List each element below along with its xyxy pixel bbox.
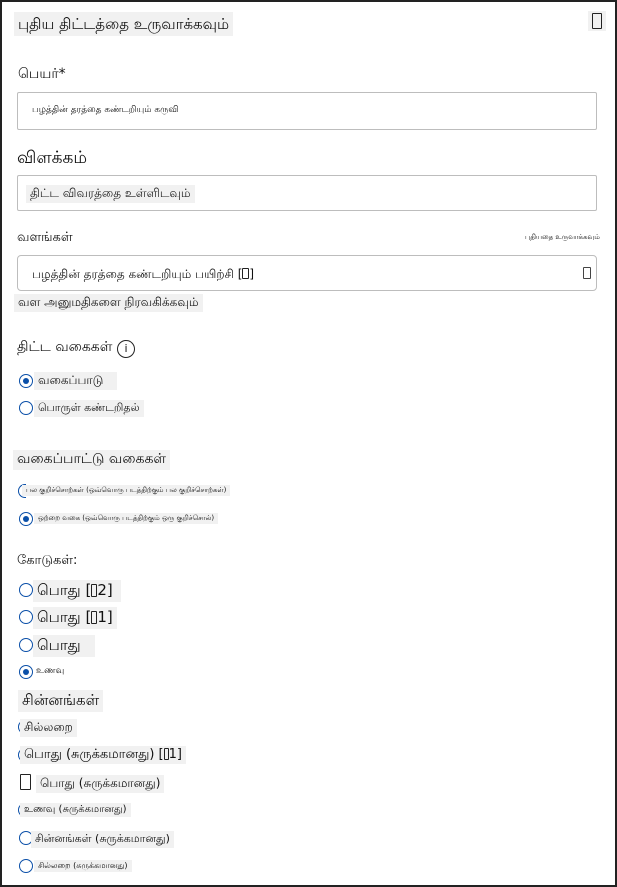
option-object-detection-label: பொருள் கண்டறிதல் <box>34 400 144 417</box>
radio-domain-food[interactable] <box>19 665 33 679</box>
radio-domain-general-1[interactable] <box>19 610 33 624</box>
close-icon[interactable] <box>588 11 606 31</box>
domain-general-1-label: பொது [1] <box>33 607 117 629</box>
option-classification-label: வகைப்பாடு <box>34 372 118 390</box>
dialog-title: புதிய திட்டத்தை உருவாக்கவும் <box>14 12 234 36</box>
domain-landmarks-label: சின்னங்கள் <box>18 690 104 712</box>
resource-selected-value: பழத்தின் தரத்தை கண்டறியும் பயிற்சி [] <box>32 267 255 281</box>
radio-object-detection[interactable] <box>19 401 33 415</box>
checkbox-domain-general-compact[interactable] <box>20 774 31 790</box>
radio-domain-general-2[interactable] <box>19 583 33 597</box>
radio-domain-general[interactable] <box>19 638 33 652</box>
domain-food-label: உணவு <box>36 666 65 676</box>
option-multilabel-label: பல குறிச்சொற்கள் (ஒவ்வொரு படத்திற்கும் ப… <box>22 485 231 496</box>
domain-retail-label: சில்லறை <box>20 719 77 737</box>
name-field[interactable]: பழத்தின் தரத்தை கண்டறியும் கருவி <box>17 92 597 130</box>
domain-general-compact-1-label: பொது (சுருக்கமானது) [1] <box>20 746 186 764</box>
domain-food-compact-label: உணவு (சுருக்கமானது) <box>20 803 131 817</box>
chevron-down-icon <box>583 267 591 279</box>
radio-domain-retail-compact[interactable] <box>19 859 33 873</box>
classification-types-label: வகைப்பாட்டு வகைகள் <box>13 450 171 470</box>
manage-permissions-link[interactable]: வள அனுமதிகளை நிரவகிக்கவும் <box>14 294 203 312</box>
name-label: பெயர்* <box>18 66 66 82</box>
create-new-resource-link[interactable]: புதியதை உருவாக்கவும் <box>525 233 600 242</box>
project-types-label: திட்ட வகைகள் <box>17 339 113 355</box>
resources-label: வளங்கள் <box>17 230 73 245</box>
domain-general-label: பொது <box>33 635 95 657</box>
description-placeholder: திட்ட விவரத்தை உள்ளிடவும் <box>26 185 195 203</box>
domain-general-2-label: பொது [2] <box>33 580 121 602</box>
info-icon[interactable]: i <box>117 340 135 358</box>
domain-landmarks-compact-label: சின்னங்கள் (சுருக்கமானது) <box>31 831 174 848</box>
description-label: விளக்கம் <box>17 148 88 168</box>
domains-label: கோடுகள்: <box>17 553 78 568</box>
domain-retail-compact-label: சில்லறை (சுருக்கமானது) <box>34 860 132 872</box>
radio-classification[interactable] <box>19 374 33 388</box>
domain-general-compact-label: பொது (சுருக்கமானது) <box>36 775 165 793</box>
option-multiclass-label: ஒற்றை வகை (ஒவ்வொரு படத்திற்கும் ஒரு குறி… <box>34 513 219 524</box>
description-field[interactable]: திட்ட விவரத்தை உள்ளிடவும் <box>17 175 597 211</box>
name-value: பழத்தின் தரத்தை கண்டறியும் கருவி <box>32 105 179 115</box>
radio-multiclass[interactable] <box>19 512 33 526</box>
resource-select[interactable]: பழத்தின் தரத்தை கண்டறியும் பயிற்சி [] <box>17 255 597 291</box>
